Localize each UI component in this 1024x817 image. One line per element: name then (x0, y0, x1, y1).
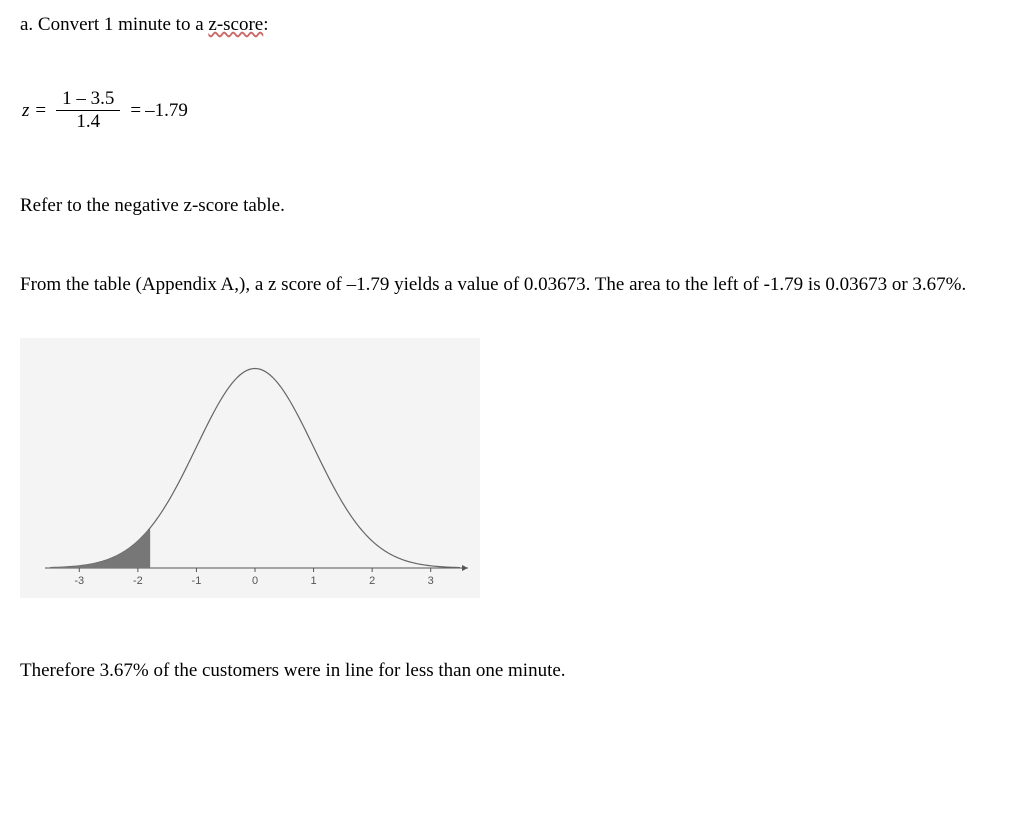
svg-text:3: 3 (428, 575, 434, 587)
formula-numerator: 1 – 3.5 (56, 89, 120, 112)
formula-result: –1.79 (145, 100, 188, 122)
formula-equals-2: = (130, 100, 141, 122)
heading-underlined: z-score (208, 14, 263, 35)
svg-text:-3: -3 (74, 575, 84, 587)
conclusion-text: Therefore 3.67% of the customers were in… (20, 658, 1004, 684)
svg-text:0: 0 (252, 575, 258, 587)
normal-distribution-chart: -3 -2 -1 0 1 2 3 (20, 338, 480, 598)
formula-equals-1: = (35, 100, 46, 122)
question-heading: a. Convert 1 minute to a z-score: (20, 12, 1004, 39)
formula-denominator: 1.4 (76, 111, 100, 133)
svg-text:-2: -2 (133, 575, 143, 587)
heading-suffix: : (263, 14, 268, 35)
zscore-formula: z = 1 – 3.5 1.4 = –1.79 (22, 89, 1004, 134)
svg-text:-1: -1 (192, 575, 202, 587)
svg-text:2: 2 (369, 575, 375, 587)
svg-text:1: 1 (311, 575, 317, 587)
paragraph-table-result: From the table (Appendix A,), a z score … (20, 272, 1004, 298)
paragraph-refer-table: Refer to the negative z-score table. (20, 193, 1004, 219)
formula-variable: z (22, 100, 29, 122)
heading-prefix: a. Convert 1 minute to a (20, 14, 208, 35)
formula-fraction: 1 – 3.5 1.4 (56, 89, 120, 134)
